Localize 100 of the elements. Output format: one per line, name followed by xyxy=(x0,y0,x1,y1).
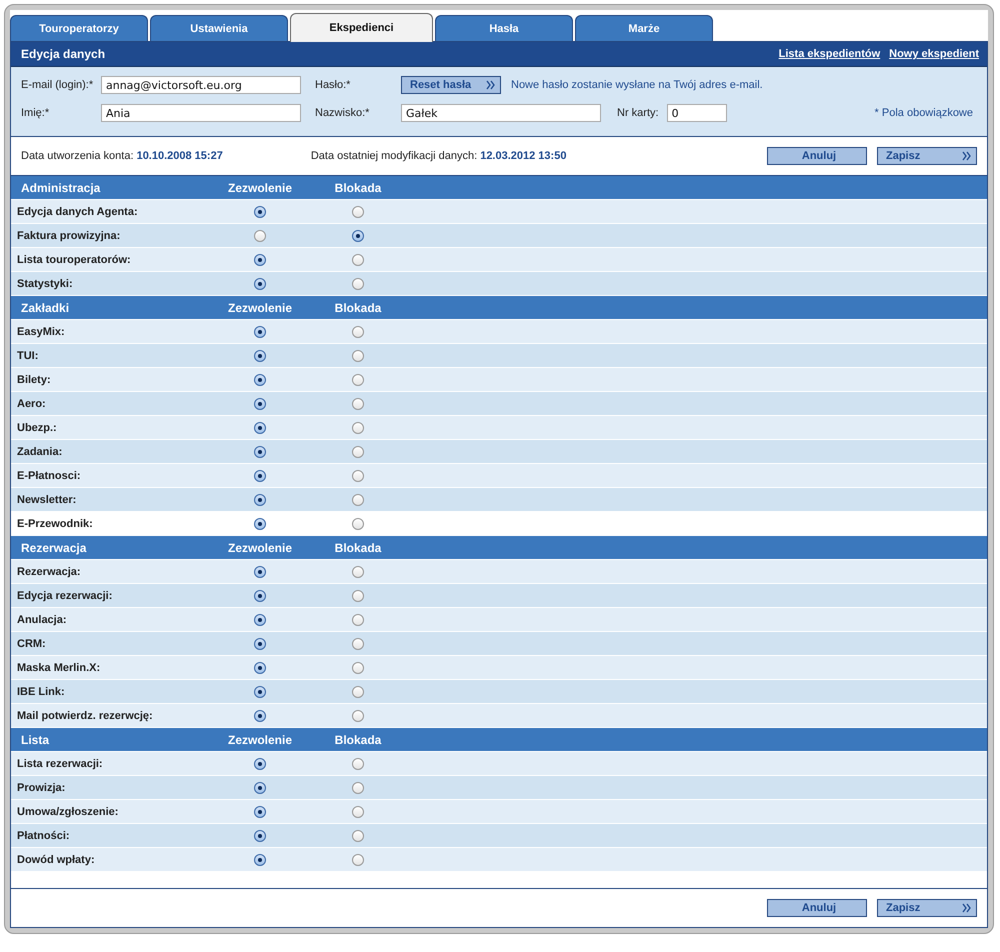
permission-label: E-Przewodnik: xyxy=(16,516,94,532)
radio-button[interactable] xyxy=(254,206,266,218)
radio-button[interactable] xyxy=(352,398,364,410)
column-header: Zezwolenie xyxy=(226,300,293,316)
radio-button[interactable] xyxy=(352,806,364,818)
radio-button[interactable] xyxy=(352,638,364,650)
radio-button[interactable] xyxy=(254,758,266,770)
cancel-button[interactable]: Anuluj xyxy=(767,899,867,917)
permission-label: Edycja danych Agenta: xyxy=(16,204,139,220)
column-header: Blokada xyxy=(334,300,382,316)
radio-button[interactable] xyxy=(254,374,266,386)
permission-label: Lista touroperatorów: xyxy=(16,252,132,268)
tab[interactable]: Marże xyxy=(575,15,713,41)
radio-button[interactable] xyxy=(352,494,364,506)
double-chevron-icon xyxy=(962,151,972,161)
email-field[interactable]: annag@victorsoft.eu.org xyxy=(101,76,301,94)
column-header: Blokada xyxy=(334,732,382,748)
radio-button[interactable] xyxy=(352,566,364,578)
field-label: Nazwisko:* xyxy=(315,107,370,119)
permission-label: Maska Merlin.X: xyxy=(16,660,102,676)
radio-button[interactable] xyxy=(352,470,364,482)
radio-button[interactable] xyxy=(254,854,266,866)
radio-button[interactable] xyxy=(352,854,364,866)
permission-label: Anulacja: xyxy=(16,612,68,628)
radio-button[interactable] xyxy=(254,638,266,650)
radio-button[interactable] xyxy=(254,782,266,794)
radio-button[interactable] xyxy=(254,614,266,626)
tab[interactable]: Hasła xyxy=(435,15,573,41)
radio-button[interactable] xyxy=(254,422,266,434)
header-link[interactable]: Nowy ekspedient xyxy=(889,48,979,60)
last-name-field[interactable]: Gałek xyxy=(401,104,601,122)
tab[interactable]: Ustawienia xyxy=(150,15,288,41)
radio-button[interactable] xyxy=(254,254,266,266)
radio-button[interactable] xyxy=(352,326,364,338)
date-label: Data ostatniej modyfikacji danych: xyxy=(310,150,478,162)
permission-label: Prowizja: xyxy=(16,780,66,796)
radio-button[interactable] xyxy=(352,782,364,794)
radio-button[interactable] xyxy=(352,830,364,842)
field-label: Imię:* xyxy=(21,107,50,119)
radio-button[interactable] xyxy=(352,230,364,242)
section-title: Zakładki xyxy=(20,300,70,316)
save-button[interactable]: Zapisz xyxy=(877,899,977,917)
radio-button[interactable] xyxy=(254,446,266,458)
radio-button[interactable] xyxy=(254,518,266,530)
double-chevron-icon xyxy=(962,903,972,913)
radio-button[interactable] xyxy=(352,590,364,602)
permission-label: IBE Link: xyxy=(16,684,66,700)
radio-button[interactable] xyxy=(254,566,266,578)
radio-button[interactable] xyxy=(254,278,266,290)
radio-button[interactable] xyxy=(352,758,364,770)
radio-button[interactable] xyxy=(254,710,266,722)
radio-button[interactable] xyxy=(352,614,364,626)
radio-button[interactable] xyxy=(352,662,364,674)
radio-button[interactable] xyxy=(254,830,266,842)
radio-button[interactable] xyxy=(254,398,266,410)
permission-label: Płatności: xyxy=(16,828,71,844)
radio-button[interactable] xyxy=(352,518,364,530)
permission-label: Statystyki: xyxy=(16,276,74,292)
radio-button[interactable] xyxy=(254,662,266,674)
radio-button[interactable] xyxy=(254,350,266,362)
radio-button[interactable] xyxy=(352,686,364,698)
permission-label: CRM: xyxy=(16,636,47,652)
section-title: Edycja danych xyxy=(21,47,106,61)
tab[interactable]: Ekspedienci xyxy=(290,13,433,42)
radio-button[interactable] xyxy=(352,278,364,290)
radio-button[interactable] xyxy=(352,254,364,266)
first-name-field[interactable]: Ania xyxy=(101,104,301,122)
radio-button[interactable] xyxy=(254,590,266,602)
radio-button[interactable] xyxy=(254,470,266,482)
header-link[interactable]: Lista ekspedientów xyxy=(778,48,880,60)
radio-button[interactable] xyxy=(352,206,364,218)
permission-label: Edycja rezerwacji: xyxy=(16,588,114,604)
permission-label: Newsletter: xyxy=(16,492,78,508)
save-button[interactable]: Zapisz xyxy=(877,147,977,165)
permission-label: TUI: xyxy=(16,348,40,364)
permission-label: Faktura prowizyjna: xyxy=(16,228,122,244)
radio-button[interactable] xyxy=(352,710,364,722)
radio-button[interactable] xyxy=(254,686,266,698)
radio-button[interactable] xyxy=(352,374,364,386)
column-header: Zezwolenie xyxy=(226,540,293,556)
tab[interactable]: Touroperatorzy xyxy=(10,15,148,41)
radio-button[interactable] xyxy=(352,422,364,434)
radio-button[interactable] xyxy=(254,494,266,506)
double-chevron-icon xyxy=(486,80,496,90)
date-value: 10.10.2008 15:27 xyxy=(136,150,223,162)
field-label: Hasło:* xyxy=(315,79,352,91)
permission-label: Mail potwierdz. rezerwcję: xyxy=(16,708,154,724)
column-header: Zezwolenie xyxy=(226,180,293,196)
section-title: Administracja xyxy=(20,180,102,196)
cancel-button[interactable]: Anuluj xyxy=(767,147,867,165)
radio-button[interactable] xyxy=(352,446,364,458)
radio-button[interactable] xyxy=(352,350,364,362)
permission-label: Rezerwacja: xyxy=(16,564,82,580)
reset-password-button[interactable]: Reset hasła xyxy=(401,76,501,94)
radio-button[interactable] xyxy=(254,326,266,338)
section-title: Rezerwacja xyxy=(20,540,88,556)
radio-button[interactable] xyxy=(254,230,266,242)
permission-label: Dowód wpłaty: xyxy=(16,852,96,868)
card-number-field[interactable]: 0 xyxy=(666,104,727,122)
radio-button[interactable] xyxy=(254,806,266,818)
